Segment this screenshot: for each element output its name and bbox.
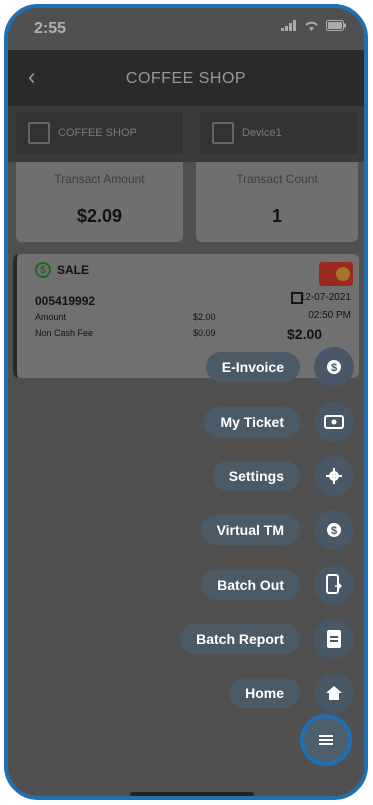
phone-transfer-icon[interactable] — [314, 565, 354, 605]
settings-label[interactable]: Settings — [212, 461, 300, 491]
menu-item-settings[interactable]: Settings — [212, 454, 354, 498]
report-icon[interactable] — [314, 619, 354, 659]
phone-frame: 2:55 ‹ COFFEE SHOP COFFEE SHOP Device1 T… — [4, 4, 368, 800]
virtual-tm-label[interactable]: Virtual TM — [200, 515, 300, 545]
menu-item-home[interactable]: Home — [229, 671, 354, 715]
batch-report-label[interactable]: Batch Report — [180, 624, 300, 654]
app-screen: 2:55 ‹ COFFEE SHOP COFFEE SHOP Device1 T… — [8, 8, 364, 796]
home-label[interactable]: Home — [229, 678, 300, 708]
dollar-circle-icon[interactable]: $ — [314, 347, 354, 387]
menu-item-batch-report[interactable]: Batch Report — [180, 617, 354, 661]
menu-item-batch-out[interactable]: Batch Out — [201, 563, 354, 607]
batch-out-label[interactable]: Batch Out — [201, 570, 300, 600]
my-ticket-label[interactable]: My Ticket — [204, 407, 300, 437]
ticket-icon[interactable] — [314, 402, 354, 442]
svg-text:$: $ — [331, 362, 337, 374]
home-indicator[interactable] — [130, 792, 254, 796]
hamburger-menu-icon — [319, 735, 333, 745]
dollar-circle-icon[interactable]: $ — [314, 510, 354, 550]
home-icon[interactable] — [314, 673, 354, 713]
menu-item-virtual-tm[interactable]: Virtual TM $ — [200, 508, 354, 552]
gear-icon[interactable] — [314, 456, 354, 496]
menu-item-my-ticket[interactable]: My Ticket — [204, 400, 354, 444]
menu-toggle-button[interactable] — [300, 714, 352, 766]
menu-item-e-invoice[interactable]: E-Invoice $ — [205, 345, 354, 389]
svg-text:$: $ — [331, 525, 337, 537]
e-invoice-label[interactable]: E-Invoice — [205, 352, 300, 382]
